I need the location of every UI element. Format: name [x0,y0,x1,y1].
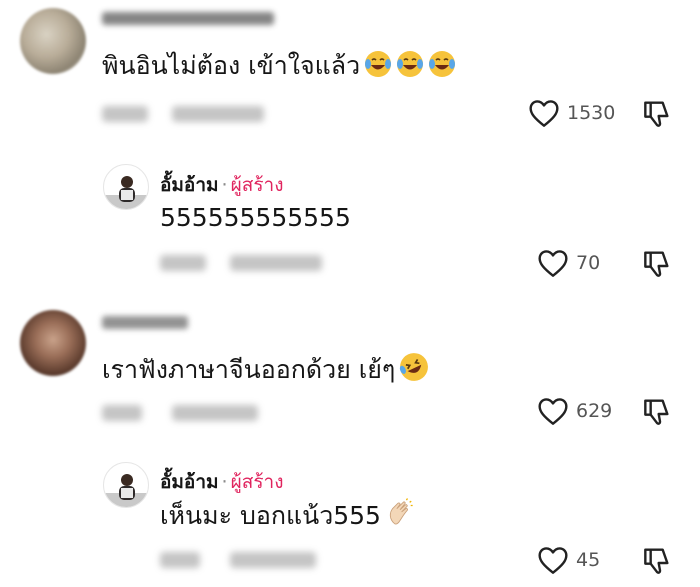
reply-link-blurred[interactable] [230,255,322,271]
avatar[interactable] [103,462,149,508]
like-count: 629 [576,400,613,422]
rolling-laughing-icon [399,352,429,390]
comment-text: พินอินไม่ต้อง เข้าใจแล้ว [102,50,456,86]
timestamp-blurred [102,405,142,421]
reply-link-blurred[interactable] [172,405,258,421]
comment-text: เราฟังภาษาจีนออกด้วย เย้ๆ [102,352,429,390]
laughing-tears-icon [364,50,392,86]
heart-icon [538,250,568,277]
dislike-icon[interactable] [640,98,672,130]
timestamp-blurred [160,552,200,568]
reply-author[interactable]: อั้มอ้าม [160,174,219,196]
comment-text-content: พินอินไม่ต้อง เข้าใจแล้ว [102,51,361,80]
creator-badge: ผู้สร้าง [230,174,284,196]
like-button[interactable]: 45 [537,545,600,575]
like-button[interactable]: 1530 [528,98,615,128]
reply-author[interactable]: อั้มอ้าม [160,471,219,493]
laughing-tears-icon [428,50,456,86]
clapping-hands-icon [385,498,415,536]
reply-text: เห็นมะ บอกแน้ว555 [160,498,415,536]
like-count: 70 [576,252,601,274]
heart-icon [538,398,568,425]
separator-dot: · [221,471,228,493]
username-blurred[interactable] [102,316,188,329]
reply-link-blurred[interactable] [172,106,264,122]
reply-link-blurred[interactable] [230,552,316,568]
timestamp-blurred [160,255,206,271]
timestamp-blurred [102,106,148,122]
dislike-icon[interactable] [640,248,672,280]
reply-text: 555555555555 [160,203,351,232]
avatar[interactable] [103,164,149,210]
creator-badge: ผู้สร้าง [230,471,284,493]
like-button[interactable]: 629 [537,396,612,426]
username-blurred[interactable] [102,12,274,25]
like-button[interactable]: 70 [537,248,600,278]
like-count: 45 [576,549,601,571]
heart-icon [529,100,559,127]
reply-text-content: เห็นมะ บอกแน้ว555 [160,501,381,530]
separator-dot: · [221,174,228,196]
reply-author-line: อั้มอ้าม · ผู้สร้าง [160,170,283,200]
heart-icon [538,547,568,574]
comment-text-content: เราฟังภาษาจีนออกด้วย เย้ๆ [102,355,396,384]
avatar[interactable] [20,8,86,74]
reply-author-line: อั้มอ้าม · ผู้สร้าง [160,467,283,497]
dislike-icon[interactable] [640,545,672,577]
dislike-icon[interactable] [640,396,672,428]
like-count: 1530 [567,102,616,124]
laughing-tears-icon [396,50,424,86]
avatar[interactable] [20,310,86,376]
